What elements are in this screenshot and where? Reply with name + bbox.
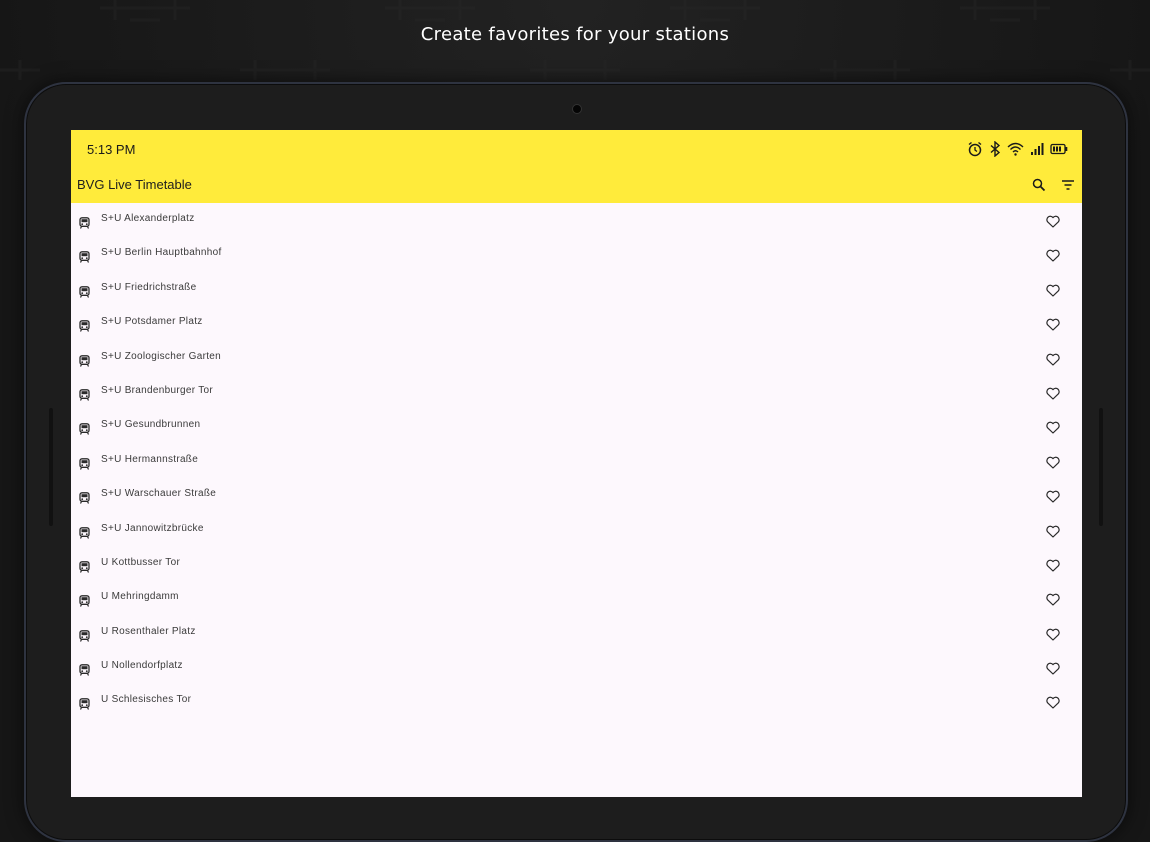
tablet-side-button-left xyxy=(49,408,53,526)
alarm-icon xyxy=(968,141,982,157)
train-icon xyxy=(79,455,90,474)
toolbar: BVG Live Timetable xyxy=(71,168,1082,203)
train-icon xyxy=(79,524,90,543)
train-icon xyxy=(79,283,90,302)
station-row[interactable]: S+U Jannowitzbrücke xyxy=(71,513,1082,547)
train-icon xyxy=(79,248,90,267)
app-title: BVG Live Timetable xyxy=(77,177,192,192)
station-name: U Mehringdamm xyxy=(101,591,179,603)
station-row[interactable]: U Schlesisches Tor xyxy=(71,684,1082,718)
train-icon xyxy=(79,592,90,611)
station-name: U Rosenthaler Platz xyxy=(101,625,196,637)
station-name: S+U Potsdamer Platz xyxy=(101,316,203,328)
app-screen: 5:13 PM BVG Live Timetable S+U Alexander… xyxy=(71,130,1082,797)
favorite-heart-icon[interactable] xyxy=(1046,694,1062,710)
station-name: S+U Zoologischer Garten xyxy=(101,350,222,362)
station-name: S+U Alexanderplatz xyxy=(101,213,195,224)
favorite-heart-icon[interactable] xyxy=(1046,282,1062,297)
favorite-heart-icon[interactable] xyxy=(1046,454,1062,469)
favorite-heart-icon[interactable] xyxy=(1046,591,1062,606)
favorite-heart-icon[interactable] xyxy=(1046,385,1062,400)
station-name: U Nollendorfplatz xyxy=(101,660,183,672)
station-name: S+U Gesundbrunnen xyxy=(101,419,201,431)
train-icon xyxy=(79,420,90,439)
station-name: S+U Friedrichstraße xyxy=(101,281,197,293)
station-row[interactable]: S+U Zoologischer Garten xyxy=(71,341,1082,375)
train-icon xyxy=(79,661,90,680)
favorite-heart-icon[interactable] xyxy=(1046,213,1062,228)
train-icon xyxy=(79,317,90,336)
app-bar: 5:13 PM BVG Live Timetable xyxy=(71,130,1082,203)
station-name: S+U Berlin Hauptbahnhof xyxy=(101,247,222,259)
favorite-heart-icon[interactable] xyxy=(1046,351,1062,366)
train-icon xyxy=(79,627,90,646)
favorite-heart-icon[interactable] xyxy=(1046,316,1062,331)
status-icons xyxy=(967,141,1068,157)
favorite-heart-icon[interactable] xyxy=(1046,660,1062,675)
station-row[interactable]: S+U Warschauer Straße xyxy=(71,478,1082,512)
filter-icon xyxy=(1062,180,1074,190)
train-icon xyxy=(79,558,90,577)
station-name: S+U Warschauer Straße xyxy=(101,488,217,500)
search-button[interactable] xyxy=(1029,175,1049,195)
train-icon xyxy=(79,386,90,405)
station-row[interactable]: U Kottbusser Tor xyxy=(71,547,1082,581)
station-name: U Schlesisches Tor xyxy=(101,694,192,706)
station-row[interactable]: U Nollendorfplatz xyxy=(71,650,1082,684)
station-row[interactable]: S+U Brandenburger Tor xyxy=(71,375,1082,409)
station-name: S+U Jannowitzbrücke xyxy=(101,522,204,534)
filter-button[interactable] xyxy=(1058,175,1078,195)
tablet-side-button-right xyxy=(1099,408,1103,526)
station-name: U Kottbusser Tor xyxy=(101,556,181,568)
favorite-heart-icon[interactable] xyxy=(1046,247,1062,262)
status-time: 5:13 PM xyxy=(87,142,136,157)
station-row[interactable]: U Mehringdamm xyxy=(71,581,1082,615)
station-list: S+U Alexanderplatz S+U Berlin Hauptbahnho… xyxy=(71,203,1082,719)
promo-headline: Create favorites for your stations xyxy=(420,24,730,45)
train-icon xyxy=(79,695,90,714)
favorite-heart-icon[interactable] xyxy=(1046,626,1062,641)
station-row[interactable]: S+U Potsdamer Platz xyxy=(71,306,1082,340)
wifi-icon xyxy=(1007,142,1024,156)
station-row[interactable]: S+U Gesundbrunnen xyxy=(71,409,1082,443)
station-row[interactable]: S+U Friedrichstraße xyxy=(71,272,1082,306)
train-icon xyxy=(79,214,90,233)
favorite-heart-icon[interactable] xyxy=(1046,523,1062,538)
station-row[interactable]: S+U Berlin Hauptbahnhof xyxy=(71,237,1082,271)
front-camera xyxy=(572,104,582,114)
train-icon xyxy=(79,489,90,508)
favorite-heart-icon[interactable] xyxy=(1046,419,1062,434)
favorite-heart-icon[interactable] xyxy=(1046,488,1062,503)
station-row[interactable]: S+U Hermannstraße xyxy=(71,444,1082,478)
search-icon xyxy=(1032,178,1046,192)
bluetooth-icon xyxy=(990,141,1001,157)
favorite-heart-icon[interactable] xyxy=(1046,557,1062,572)
station-name: S+U Brandenburger Tor xyxy=(101,384,214,396)
battery-icon xyxy=(1050,143,1068,155)
station-row[interactable]: U Rosenthaler Platz xyxy=(71,616,1082,650)
station-name: S+U Hermannstraße xyxy=(101,453,199,465)
station-row[interactable]: S+U Alexanderplatz xyxy=(71,203,1082,237)
train-icon xyxy=(79,352,90,371)
cellular-signal-icon xyxy=(1031,143,1044,155)
status-bar: 5:13 PM xyxy=(71,130,1082,168)
